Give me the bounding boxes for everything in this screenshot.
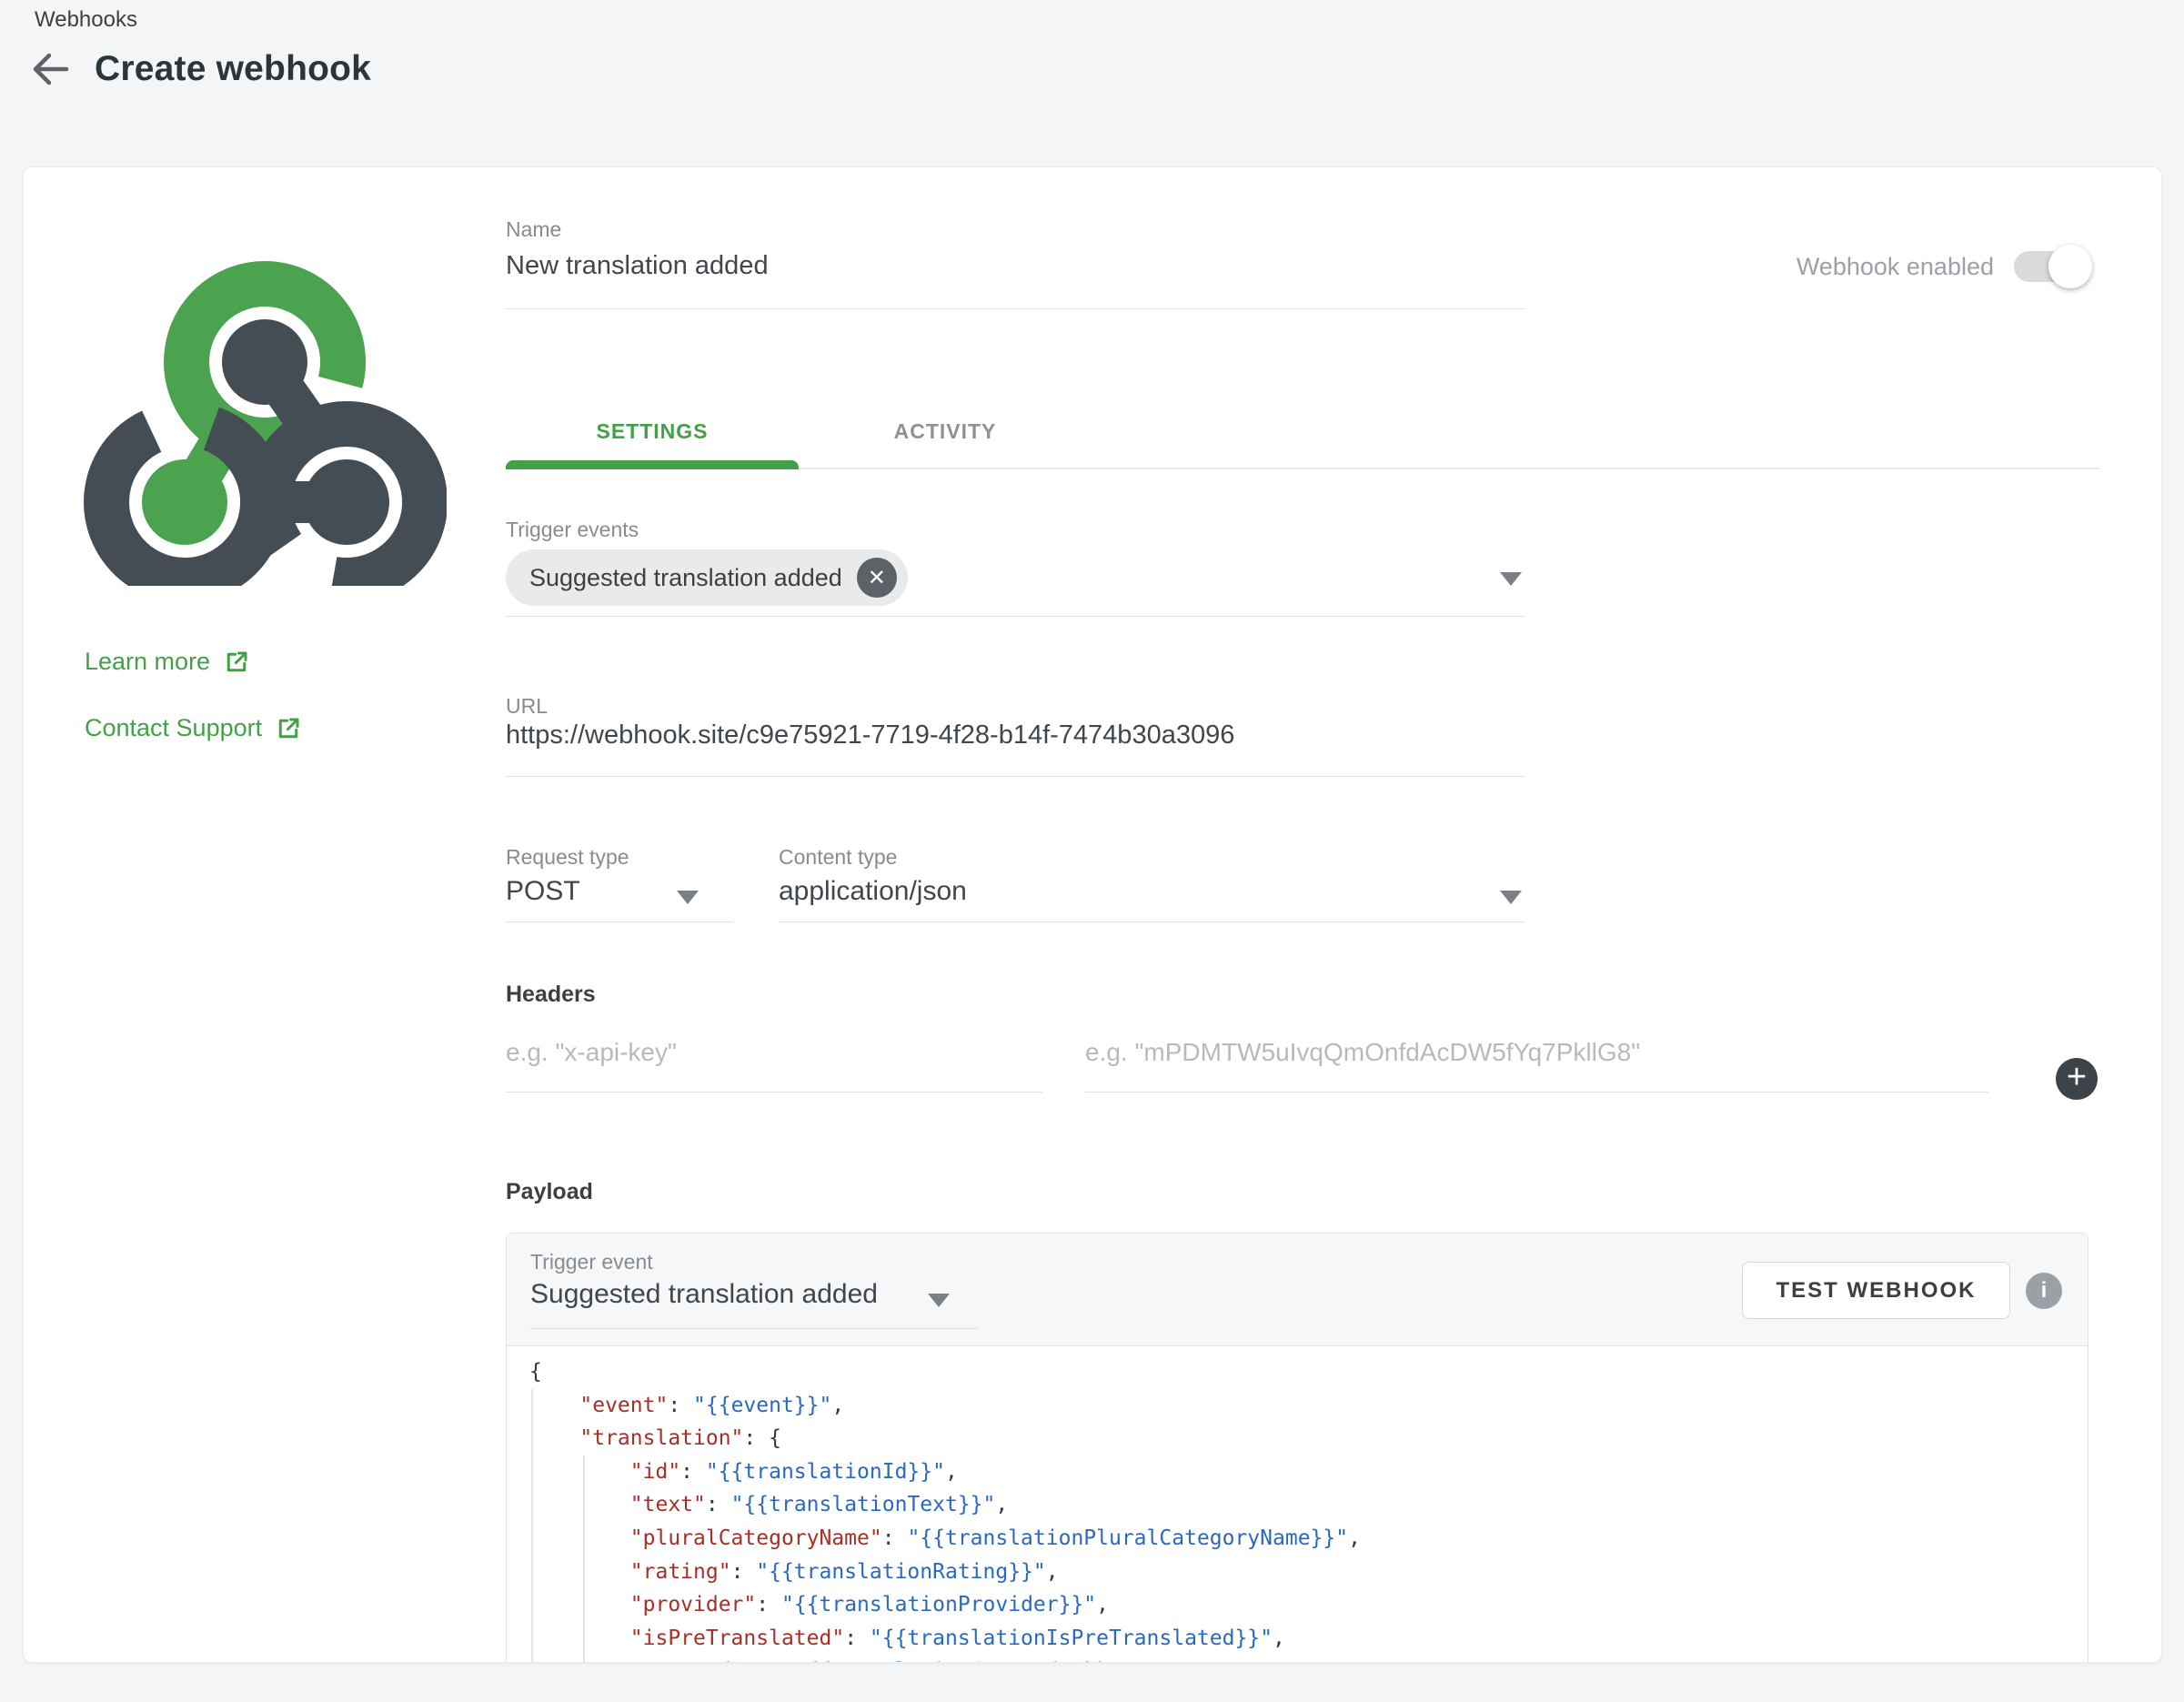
webhook-enabled-toggle[interactable]: Webhook enabled (1797, 251, 2087, 282)
back-arrow-icon[interactable] (27, 47, 71, 91)
content-type-select[interactable]: application/json (779, 876, 967, 907)
url-label: URL (506, 694, 548, 719)
content-type-underline (779, 921, 1525, 922)
add-header-button[interactable]: + (2056, 1058, 2098, 1100)
create-webhook-card: Learn more Contact Support Name Webhook … (23, 166, 2162, 1663)
name-label: Name (506, 217, 1525, 242)
tab-settings[interactable]: SETTINGS (506, 395, 799, 468)
contact-support-label: Contact Support (85, 714, 262, 742)
content-type-label: Content type (779, 845, 897, 870)
tab-bar: SETTINGS ACTIVITY (506, 395, 2099, 469)
payload-trigger-event-dropdown-arrow-icon[interactable] (928, 1294, 950, 1307)
url-field (506, 720, 1525, 777)
indent-guide (583, 1455, 585, 1663)
trigger-events-label: Trigger events (506, 518, 639, 542)
payload-panel: Trigger event Suggested translation adde… (506, 1233, 2088, 1663)
name-input[interactable] (506, 251, 1525, 281)
trigger-events-underline (506, 616, 1525, 617)
page-title: Create webhook (95, 49, 371, 89)
payload-trigger-event-label: Trigger event (530, 1250, 653, 1274)
header-value-input[interactable] (1085, 1038, 1988, 1067)
request-type-underline (506, 921, 733, 922)
tab-activity-label: ACTIVITY (894, 419, 997, 444)
chip-label: Suggested translation added (529, 564, 842, 592)
request-type-select[interactable]: POST (506, 876, 580, 907)
payload-select-underline (530, 1328, 978, 1329)
indent-guide (531, 1389, 533, 1663)
payload-panel-header: Trigger event Suggested translation adde… (507, 1234, 2088, 1346)
url-input[interactable] (506, 720, 1525, 750)
header-key-input[interactable] (506, 1038, 1042, 1067)
headers-title: Headers (506, 982, 596, 1008)
header-key-field (506, 1038, 1042, 1093)
payload-trigger-event-select[interactable]: Suggested translation added (530, 1279, 878, 1310)
chip-remove-icon[interactable]: ✕ (857, 558, 897, 598)
external-link-icon (223, 649, 250, 676)
learn-more-label: Learn more (85, 648, 210, 676)
page-header: Create webhook (27, 47, 371, 91)
toggle-track[interactable] (2014, 251, 2087, 282)
trigger-events-dropdown-arrow-icon[interactable] (1500, 572, 1522, 586)
learn-more-link[interactable]: Learn more (85, 648, 250, 676)
payload-code-editor[interactable]: { "event": "{{event}}", "translation": {… (507, 1346, 2088, 1663)
external-link-icon (275, 715, 302, 742)
payload-code-lines: { "event": "{{event}}", "translation": {… (529, 1355, 2088, 1663)
webhook-enabled-label: Webhook enabled (1797, 253, 1994, 281)
contact-support-link[interactable]: Contact Support (85, 714, 302, 742)
request-type-dropdown-arrow-icon[interactable] (677, 891, 699, 904)
webhook-logo (83, 229, 447, 586)
request-type-label: Request type (506, 845, 629, 870)
active-tab-indicator (506, 460, 799, 469)
info-icon[interactable]: i (2026, 1273, 2062, 1309)
header-value-field (1085, 1038, 1988, 1093)
content-type-dropdown-arrow-icon[interactable] (1500, 891, 1522, 904)
toggle-knob[interactable] (2048, 245, 2092, 288)
trigger-event-chip: Suggested translation added ✕ (506, 549, 908, 606)
payload-title: Payload (506, 1179, 593, 1205)
test-webhook-button[interactable]: TEST WEBHOOK (1742, 1262, 2010, 1319)
name-field (506, 251, 1525, 309)
breadcrumb[interactable]: Webhooks (35, 7, 137, 33)
tab-settings-label: SETTINGS (596, 419, 708, 444)
tab-activity[interactable]: ACTIVITY (799, 395, 1092, 468)
